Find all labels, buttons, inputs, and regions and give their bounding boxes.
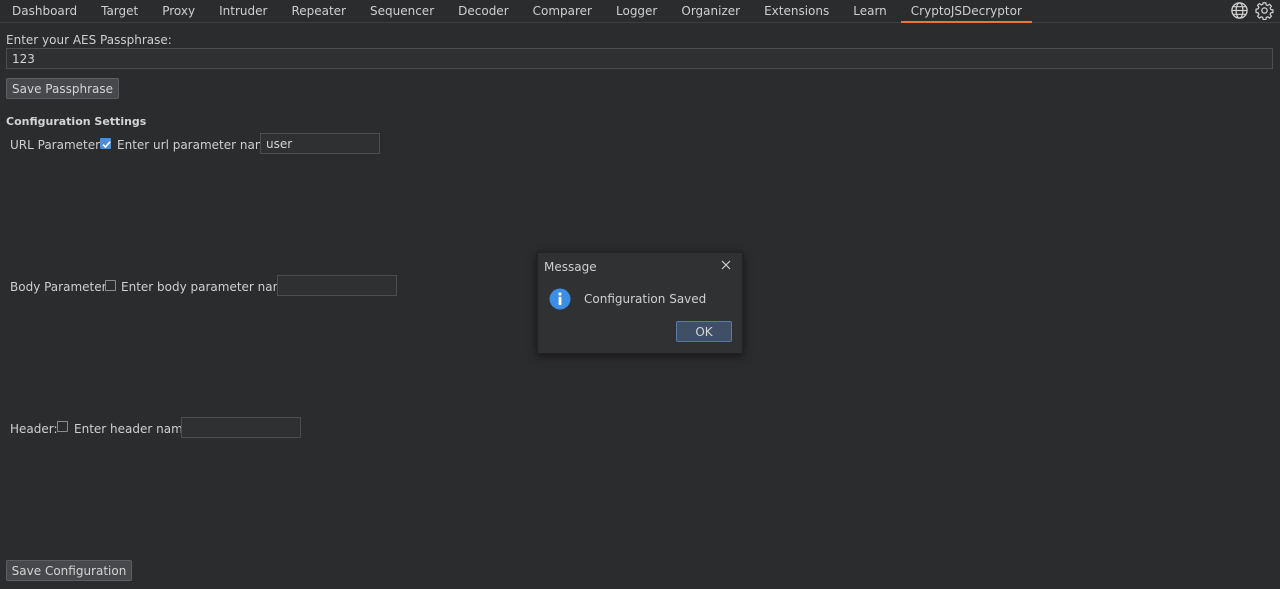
url-parameter-label: URL Parameter: — [10, 138, 104, 152]
tab-comparer[interactable]: Comparer — [521, 0, 604, 22]
dialog-title: Message — [544, 260, 597, 274]
url-parameter-field-label: Enter url parameter name: — [117, 138, 278, 152]
header-field-label: Enter header name: — [74, 422, 195, 436]
save-configuration-button[interactable]: Save Configuration — [6, 560, 132, 581]
url-parameter-input[interactable] — [260, 133, 380, 154]
main-tab-bar: Dashboard Target Proxy Intruder Repeater… — [0, 0, 1280, 23]
ok-button[interactable]: OK — [676, 321, 732, 342]
url-parameter-checkbox[interactable] — [100, 138, 111, 149]
gear-icon[interactable] — [1255, 1, 1274, 20]
body-parameter-field-label: Enter body parameter name: — [121, 280, 296, 294]
dialog-message: Configuration Saved — [584, 292, 707, 306]
close-icon[interactable] — [720, 259, 732, 271]
passphrase-label: Enter your AES Passphrase: — [6, 33, 172, 47]
tab-proxy[interactable]: Proxy — [150, 0, 207, 22]
tab-target[interactable]: Target — [89, 0, 150, 22]
save-passphrase-button[interactable]: Save Passphrase — [6, 78, 119, 99]
header-input[interactable] — [181, 417, 301, 438]
tab-cryptojsdecryptor[interactable]: CryptoJSDecryptor — [899, 0, 1034, 23]
tab-extensions[interactable]: Extensions — [752, 0, 841, 22]
header-label: Header: — [10, 422, 58, 436]
tab-sequencer[interactable]: Sequencer — [358, 0, 446, 22]
tab-decoder[interactable]: Decoder — [446, 0, 521, 22]
tab-logger[interactable]: Logger — [604, 0, 669, 22]
body-parameter-input[interactable] — [277, 275, 397, 296]
body-parameter-label: Body Parameter: — [10, 280, 111, 294]
message-dialog: Message Configuration Saved OK — [537, 252, 743, 354]
globe-icon[interactable] — [1230, 1, 1249, 20]
tab-dashboard[interactable]: Dashboard — [0, 0, 89, 22]
passphrase-input[interactable] — [6, 48, 1273, 69]
tab-learn[interactable]: Learn — [841, 0, 899, 22]
header-checkbox[interactable] — [57, 421, 68, 432]
tab-repeater[interactable]: Repeater — [279, 0, 358, 22]
info-icon — [549, 288, 571, 310]
tabbar-icon-group — [1230, 1, 1274, 20]
body-parameter-checkbox[interactable] — [105, 280, 116, 291]
config-section-title: Configuration Settings — [6, 115, 147, 128]
tab-organizer[interactable]: Organizer — [669, 0, 752, 22]
checkmark-icon — [102, 141, 111, 149]
tab-intruder[interactable]: Intruder — [207, 0, 279, 22]
